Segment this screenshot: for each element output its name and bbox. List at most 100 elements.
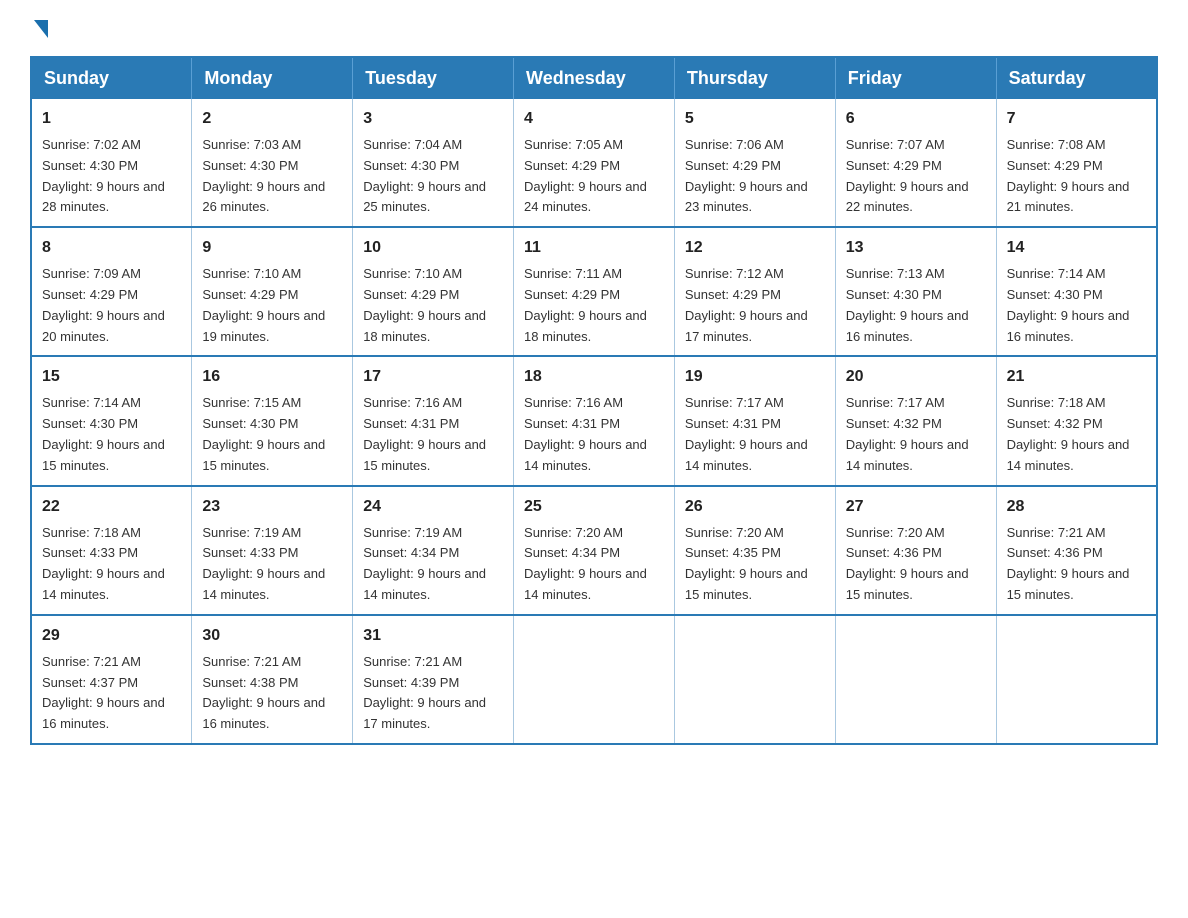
header: [30, 20, 1158, 38]
calendar-week-3: 15 Sunrise: 7:14 AMSunset: 4:30 PMDaylig…: [31, 356, 1157, 485]
day-number: 14: [1007, 236, 1146, 260]
calendar-cell: 16 Sunrise: 7:15 AMSunset: 4:30 PMDaylig…: [192, 356, 353, 485]
day-info: Sunrise: 7:20 AMSunset: 4:35 PMDaylight:…: [685, 525, 808, 602]
header-thursday: Thursday: [674, 57, 835, 99]
day-info: Sunrise: 7:16 AMSunset: 4:31 PMDaylight:…: [524, 395, 647, 472]
calendar-cell: 15 Sunrise: 7:14 AMSunset: 4:30 PMDaylig…: [31, 356, 192, 485]
day-info: Sunrise: 7:06 AMSunset: 4:29 PMDaylight:…: [685, 137, 808, 214]
calendar-cell: 30 Sunrise: 7:21 AMSunset: 4:38 PMDaylig…: [192, 615, 353, 744]
calendar-cell: 28 Sunrise: 7:21 AMSunset: 4:36 PMDaylig…: [996, 486, 1157, 615]
day-info: Sunrise: 7:18 AMSunset: 4:33 PMDaylight:…: [42, 525, 165, 602]
day-number: 20: [846, 365, 986, 389]
header-saturday: Saturday: [996, 57, 1157, 99]
day-number: 26: [685, 495, 825, 519]
day-number: 5: [685, 107, 825, 131]
day-number: 15: [42, 365, 181, 389]
day-number: 12: [685, 236, 825, 260]
day-info: Sunrise: 7:18 AMSunset: 4:32 PMDaylight:…: [1007, 395, 1130, 472]
calendar-cell: 27 Sunrise: 7:20 AMSunset: 4:36 PMDaylig…: [835, 486, 996, 615]
calendar-cell: 5 Sunrise: 7:06 AMSunset: 4:29 PMDayligh…: [674, 99, 835, 227]
calendar-cell: 13 Sunrise: 7:13 AMSunset: 4:30 PMDaylig…: [835, 227, 996, 356]
day-number: 11: [524, 236, 664, 260]
calendar-cell: 18 Sunrise: 7:16 AMSunset: 4:31 PMDaylig…: [514, 356, 675, 485]
calendar-cell: 8 Sunrise: 7:09 AMSunset: 4:29 PMDayligh…: [31, 227, 192, 356]
day-info: Sunrise: 7:21 AMSunset: 4:36 PMDaylight:…: [1007, 525, 1130, 602]
day-number: 17: [363, 365, 503, 389]
calendar-cell: 3 Sunrise: 7:04 AMSunset: 4:30 PMDayligh…: [353, 99, 514, 227]
calendar-cell: 6 Sunrise: 7:07 AMSunset: 4:29 PMDayligh…: [835, 99, 996, 227]
day-number: 19: [685, 365, 825, 389]
calendar-cell: 11 Sunrise: 7:11 AMSunset: 4:29 PMDaylig…: [514, 227, 675, 356]
day-number: 22: [42, 495, 181, 519]
day-info: Sunrise: 7:03 AMSunset: 4:30 PMDaylight:…: [202, 137, 325, 214]
day-info: Sunrise: 7:10 AMSunset: 4:29 PMDaylight:…: [202, 266, 325, 343]
day-info: Sunrise: 7:13 AMSunset: 4:30 PMDaylight:…: [846, 266, 969, 343]
day-number: 16: [202, 365, 342, 389]
day-info: Sunrise: 7:21 AMSunset: 4:39 PMDaylight:…: [363, 654, 486, 731]
day-number: 4: [524, 107, 664, 131]
day-info: Sunrise: 7:08 AMSunset: 4:29 PMDaylight:…: [1007, 137, 1130, 214]
day-info: Sunrise: 7:14 AMSunset: 4:30 PMDaylight:…: [1007, 266, 1130, 343]
header-friday: Friday: [835, 57, 996, 99]
day-info: Sunrise: 7:17 AMSunset: 4:32 PMDaylight:…: [846, 395, 969, 472]
calendar-cell: 26 Sunrise: 7:20 AMSunset: 4:35 PMDaylig…: [674, 486, 835, 615]
calendar-cell: [514, 615, 675, 744]
day-number: 3: [363, 107, 503, 131]
calendar-cell: 17 Sunrise: 7:16 AMSunset: 4:31 PMDaylig…: [353, 356, 514, 485]
day-info: Sunrise: 7:20 AMSunset: 4:34 PMDaylight:…: [524, 525, 647, 602]
header-wednesday: Wednesday: [514, 57, 675, 99]
calendar-cell: 31 Sunrise: 7:21 AMSunset: 4:39 PMDaylig…: [353, 615, 514, 744]
day-info: Sunrise: 7:20 AMSunset: 4:36 PMDaylight:…: [846, 525, 969, 602]
calendar-cell: 14 Sunrise: 7:14 AMSunset: 4:30 PMDaylig…: [996, 227, 1157, 356]
calendar-week-5: 29 Sunrise: 7:21 AMSunset: 4:37 PMDaylig…: [31, 615, 1157, 744]
day-info: Sunrise: 7:10 AMSunset: 4:29 PMDaylight:…: [363, 266, 486, 343]
calendar-cell: 19 Sunrise: 7:17 AMSunset: 4:31 PMDaylig…: [674, 356, 835, 485]
day-number: 6: [846, 107, 986, 131]
day-number: 31: [363, 624, 503, 648]
day-info: Sunrise: 7:05 AMSunset: 4:29 PMDaylight:…: [524, 137, 647, 214]
day-number: 27: [846, 495, 986, 519]
day-info: Sunrise: 7:02 AMSunset: 4:30 PMDaylight:…: [42, 137, 165, 214]
calendar-cell: 4 Sunrise: 7:05 AMSunset: 4:29 PMDayligh…: [514, 99, 675, 227]
calendar-cell: [674, 615, 835, 744]
day-number: 2: [202, 107, 342, 131]
calendar: SundayMondayTuesdayWednesdayThursdayFrid…: [30, 56, 1158, 745]
calendar-week-1: 1 Sunrise: 7:02 AMSunset: 4:30 PMDayligh…: [31, 99, 1157, 227]
calendar-cell: 22 Sunrise: 7:18 AMSunset: 4:33 PMDaylig…: [31, 486, 192, 615]
calendar-cell: 10 Sunrise: 7:10 AMSunset: 4:29 PMDaylig…: [353, 227, 514, 356]
header-tuesday: Tuesday: [353, 57, 514, 99]
calendar-cell: [835, 615, 996, 744]
day-number: 24: [363, 495, 503, 519]
day-info: Sunrise: 7:21 AMSunset: 4:38 PMDaylight:…: [202, 654, 325, 731]
calendar-cell: 21 Sunrise: 7:18 AMSunset: 4:32 PMDaylig…: [996, 356, 1157, 485]
calendar-cell: 1 Sunrise: 7:02 AMSunset: 4:30 PMDayligh…: [31, 99, 192, 227]
day-info: Sunrise: 7:16 AMSunset: 4:31 PMDaylight:…: [363, 395, 486, 472]
day-number: 21: [1007, 365, 1146, 389]
calendar-header-row: SundayMondayTuesdayWednesdayThursdayFrid…: [31, 57, 1157, 99]
calendar-cell: 2 Sunrise: 7:03 AMSunset: 4:30 PMDayligh…: [192, 99, 353, 227]
day-number: 1: [42, 107, 181, 131]
day-info: Sunrise: 7:12 AMSunset: 4:29 PMDaylight:…: [685, 266, 808, 343]
calendar-week-2: 8 Sunrise: 7:09 AMSunset: 4:29 PMDayligh…: [31, 227, 1157, 356]
logo-triangle-icon: [34, 20, 48, 38]
day-info: Sunrise: 7:17 AMSunset: 4:31 PMDaylight:…: [685, 395, 808, 472]
calendar-cell: 25 Sunrise: 7:20 AMSunset: 4:34 PMDaylig…: [514, 486, 675, 615]
day-info: Sunrise: 7:04 AMSunset: 4:30 PMDaylight:…: [363, 137, 486, 214]
calendar-cell: [996, 615, 1157, 744]
calendar-cell: 9 Sunrise: 7:10 AMSunset: 4:29 PMDayligh…: [192, 227, 353, 356]
day-info: Sunrise: 7:15 AMSunset: 4:30 PMDaylight:…: [202, 395, 325, 472]
day-number: 10: [363, 236, 503, 260]
calendar-cell: 29 Sunrise: 7:21 AMSunset: 4:37 PMDaylig…: [31, 615, 192, 744]
day-number: 30: [202, 624, 342, 648]
day-number: 13: [846, 236, 986, 260]
day-info: Sunrise: 7:19 AMSunset: 4:34 PMDaylight:…: [363, 525, 486, 602]
day-number: 8: [42, 236, 181, 260]
calendar-cell: 24 Sunrise: 7:19 AMSunset: 4:34 PMDaylig…: [353, 486, 514, 615]
day-number: 28: [1007, 495, 1146, 519]
header-monday: Monday: [192, 57, 353, 99]
day-info: Sunrise: 7:21 AMSunset: 4:37 PMDaylight:…: [42, 654, 165, 731]
header-sunday: Sunday: [31, 57, 192, 99]
calendar-cell: 12 Sunrise: 7:12 AMSunset: 4:29 PMDaylig…: [674, 227, 835, 356]
calendar-cell: 7 Sunrise: 7:08 AMSunset: 4:29 PMDayligh…: [996, 99, 1157, 227]
day-info: Sunrise: 7:11 AMSunset: 4:29 PMDaylight:…: [524, 266, 647, 343]
